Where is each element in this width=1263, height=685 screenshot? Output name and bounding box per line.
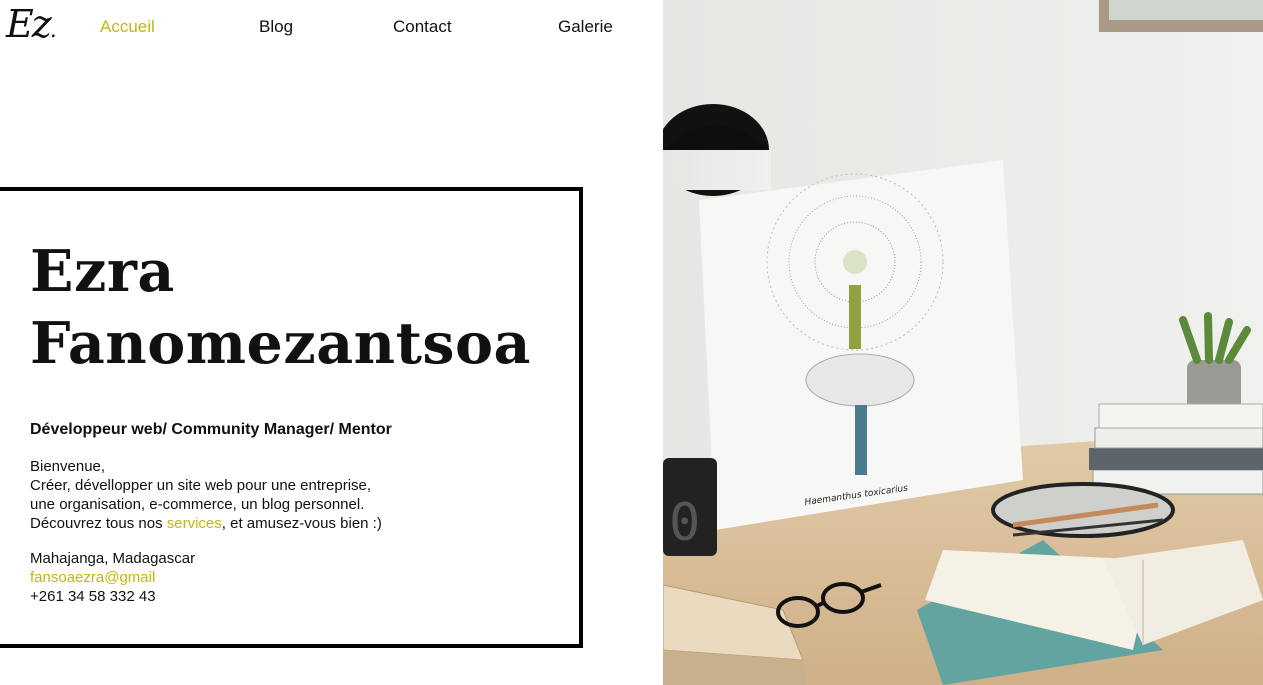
site-logo[interactable]: Ez. — [6, 2, 57, 53]
nav-contact[interactable]: Contact — [393, 17, 452, 37]
job-title: Développeur web/ Community Manager/ Ment… — [30, 421, 392, 438]
phone-text: +261 34 58 332 43 — [30, 588, 156, 605]
page-title: Ezra Fanomezantsoa — [30, 236, 531, 380]
intro-line-3-start: Découvrez tous nos — [30, 515, 167, 532]
contact-info: Mahajanga, Madagascar fansoaezra@gmail +… — [30, 549, 195, 606]
location-text: Mahajanga, Madagascar — [30, 550, 196, 567]
logo-text: Ez — [6, 2, 52, 46]
name-first: Ezra — [30, 238, 175, 305]
book-stack — [1089, 403, 1263, 495]
intro-line-2: une organisation, e-commerce, un blog pe… — [30, 496, 365, 513]
hero-photo: Haemanthus toxicarius 0 — [663, 0, 1263, 685]
intro-paragraph: Bienvenue, Créer, dévellopper un site we… — [30, 457, 382, 533]
desk-scene-illustration: Haemanthus toxicarius 0 — [663, 0, 1263, 685]
logo-dot: . — [49, 18, 57, 43]
intro-line-1: Créer, dévellopper un site web pour une … — [30, 477, 372, 494]
nav-galerie[interactable]: Galerie — [558, 17, 613, 37]
email-link[interactable]: fansoaezra@gmail — [30, 569, 155, 586]
intro-line-3-end: , et amusez-vous bien :) — [221, 515, 382, 532]
nav-accueil[interactable]: Accueil — [100, 17, 155, 37]
nav-blog[interactable]: Blog — [259, 17, 293, 37]
services-link[interactable]: services — [167, 515, 222, 532]
greeting: Bienvenue, — [30, 458, 106, 475]
clock-digit: 0 — [669, 493, 700, 553]
name-last: Fanomezantsoa — [30, 310, 531, 377]
